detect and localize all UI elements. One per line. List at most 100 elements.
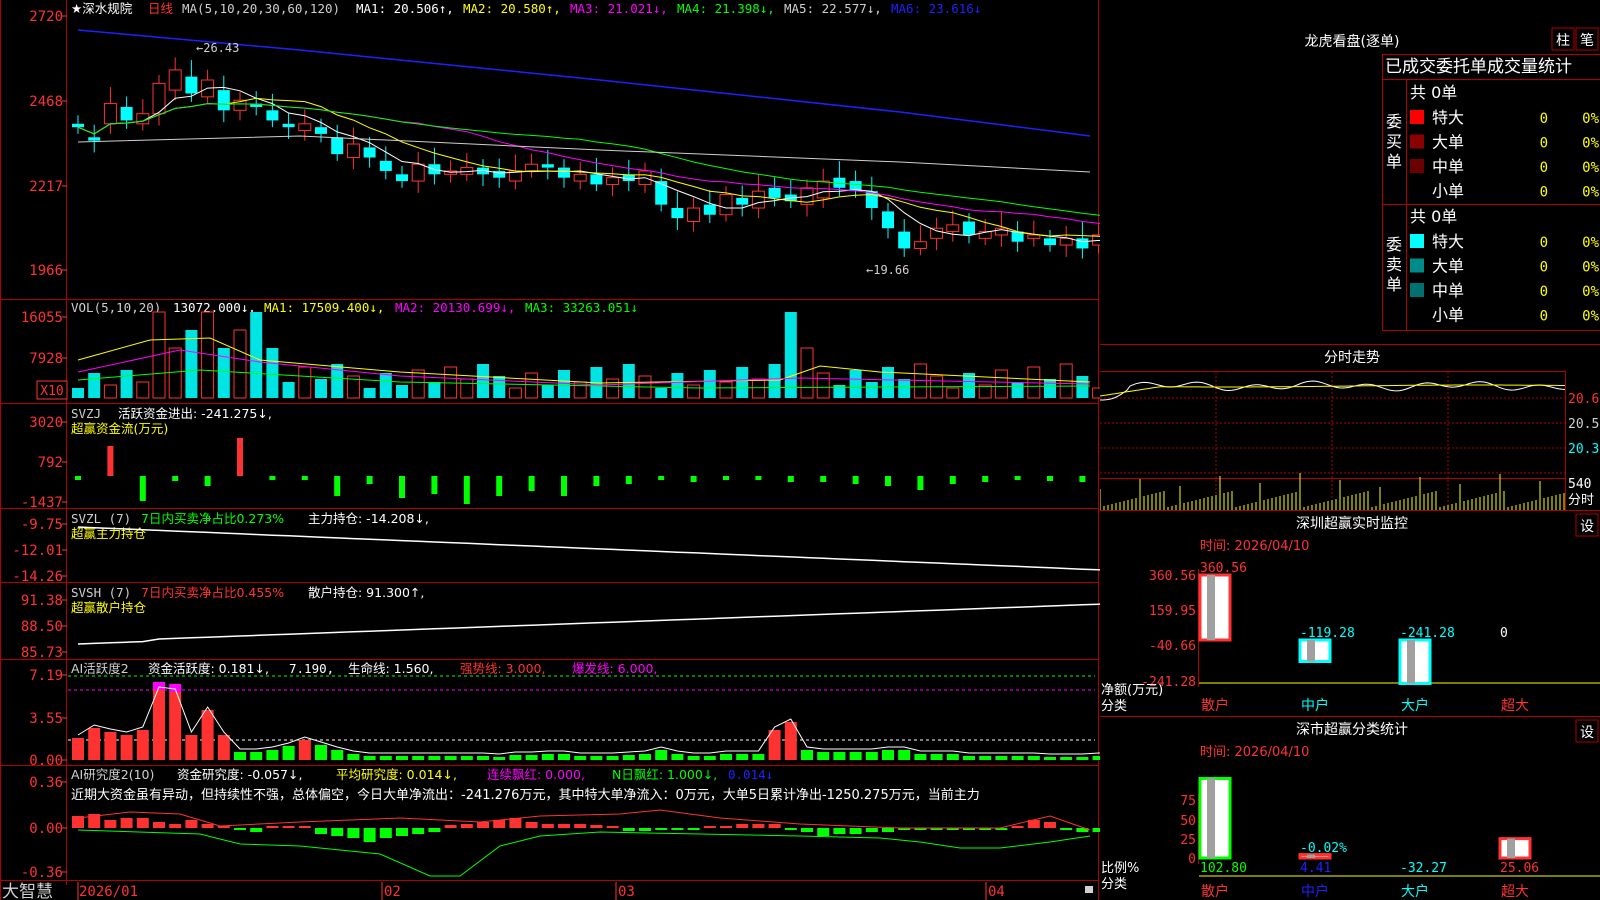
svzj-bar: [625, 476, 632, 484]
svsh-axis-label: 88.50: [21, 619, 63, 635]
order-volume: 0: [1540, 309, 1548, 325]
ai2-bar: [331, 828, 344, 836]
ai1-bar: [833, 752, 846, 760]
vol-bar-up: [460, 378, 474, 399]
svzj-bars: [75, 438, 1086, 504]
svzl-ratio: 7日内买卖净占比0.273%: [141, 511, 284, 526]
ma3-value: MA3: 21.021↓,: [570, 1, 668, 16]
candle-body-down: [655, 181, 668, 205]
volume-bars: [72, 311, 1100, 399]
order-volume: 0: [1540, 260, 1548, 276]
stock-name[interactable]: ★深水规院: [71, 1, 133, 16]
tick-mode-label: 笔: [1580, 33, 1594, 49]
svzj-bar: [528, 476, 535, 491]
ai1-bar: [363, 756, 376, 760]
vol-bar-down: [363, 388, 376, 398]
period-label[interactable]: 日线: [148, 1, 174, 16]
ai2-bar: [671, 828, 684, 830]
svsh-axis-label: 91.38: [21, 593, 63, 609]
order-type: 中单: [1432, 281, 1464, 300]
svzj-bar: [107, 446, 114, 476]
ai1-bar: [72, 738, 84, 760]
vol-bar-up: [816, 372, 830, 399]
ai1-bar: [298, 740, 311, 760]
date-tick: 03: [618, 884, 635, 900]
main-panel-header: ★深水规院 日线 MA(5,10,20,30,60,120) MA1: 20.5…: [71, 1, 981, 16]
vol-bar-up: [233, 329, 247, 399]
ai2-axis-label: 0.36: [29, 775, 63, 791]
kline-chart[interactable]: ★深水规院 日线 MA(5,10,20,30,60,120) MA1: 20.5…: [0, 0, 1100, 900]
ai2-axis-label: 0.00: [29, 821, 63, 837]
order-color-swatch: [1410, 110, 1424, 124]
candle-body-up: [719, 194, 733, 216]
ai1-bar: [801, 750, 813, 760]
mini-axis-label: 159.95: [1149, 604, 1196, 619]
candle-body-up: [816, 180, 830, 199]
ai2-bar: [428, 828, 441, 832]
svzj-bar: [723, 476, 729, 480]
vol-bar-up: [800, 347, 814, 399]
ai2-bar: [720, 826, 732, 828]
ai2-bar: [1044, 822, 1056, 828]
ai2-bar: [736, 824, 749, 828]
fenshi-panel[interactable]: 分时走势 20.67 20.50 20.33 540 分时: [1100, 350, 1600, 510]
vertical-char: 卖: [1386, 255, 1402, 274]
candle-body-down: [185, 76, 198, 94]
ai2-bar: [169, 824, 182, 828]
ai1-bar: [541, 754, 554, 760]
candle-body-down: [217, 90, 230, 111]
fenshi-price-high: 20.67: [1568, 392, 1600, 407]
svzj-bar: [431, 476, 438, 494]
candle-body-down: [541, 164, 554, 168]
svzl-line: [77, 526, 1100, 571]
brand-logo: 大智慧: [2, 882, 53, 900]
ai2-bar: [622, 828, 635, 831]
ai1-bar: [396, 756, 408, 760]
vol-bar-down: [1076, 376, 1089, 398]
vertical-char: 委: [1386, 112, 1402, 131]
svzj-bar: [237, 438, 243, 476]
ai2-bar: [282, 826, 295, 828]
ai2-red: 连续飘红: 0.000,: [487, 767, 585, 782]
ai2-bar: [201, 824, 214, 828]
classify-title: 深市超赢分类统计: [1296, 721, 1408, 738]
ai2-bar: [655, 828, 668, 830]
order-color-swatch: [1410, 134, 1424, 149]
svsh-header: SVSH (7) 7日内买卖净占比0.455% 散户持仓: 91.300↑, 超…: [71, 585, 424, 615]
price-axis-label: 1966: [29, 263, 63, 279]
ma6-value: MA6: 23.616↓: [891, 1, 981, 16]
ai1-bar: [1027, 756, 1040, 760]
ai1-bar: [590, 756, 603, 760]
svzj-axis-label: 792: [38, 455, 63, 471]
classify-category: 大户: [1401, 883, 1429, 900]
classify-settings-label: 设: [1580, 725, 1594, 741]
ai1-axis-label: 7.19: [29, 668, 63, 684]
ma4-value: MA4: 21.398↓,: [677, 1, 775, 16]
ai2-bar: [379, 828, 392, 838]
classify-category: 散户: [1201, 883, 1229, 900]
lock-icon[interactable]: [1085, 886, 1093, 893]
svzl-axis-label: -9.75: [21, 517, 63, 533]
panel-frames: [0, 0, 1099, 900]
monitor-bar-shade: [1307, 640, 1315, 662]
high-price-label: ←26.43: [196, 41, 239, 55]
mini-axis-label: 360.56: [1149, 569, 1196, 584]
svzj-title: SVZJ: [71, 406, 101, 421]
order-volume: 0: [1540, 185, 1548, 201]
ai2-comment: 近期大资金虽有异动，但持续性不强，总体偏空，今日大单净流出：-241.276万元…: [71, 787, 980, 803]
svzj-bar: [982, 476, 989, 482]
ai2-bar: [347, 828, 360, 838]
ai2-green-line: [77, 829, 1091, 877]
svzj-sub: 超赢资金流(万元): [71, 421, 168, 436]
sell-total: 共 0单: [1410, 207, 1457, 226]
vol-bar-down: [88, 373, 101, 398]
vol-bar-down: [250, 312, 263, 398]
ai2-bar: [250, 828, 263, 832]
svzj-bar: [366, 476, 373, 484]
ai2-title: AI研究度2(10): [71, 767, 154, 782]
order-volume: 0: [1540, 160, 1548, 176]
ma1-value: MA1: 20.506↑,: [356, 1, 454, 16]
classify-bars: 102.80 散户 4.41 -0.02% 中户 -32.27 大户 25.06 超大: [1198, 777, 1600, 900]
vertical-char: 单: [1386, 275, 1402, 294]
svzj-bar: [204, 476, 211, 486]
